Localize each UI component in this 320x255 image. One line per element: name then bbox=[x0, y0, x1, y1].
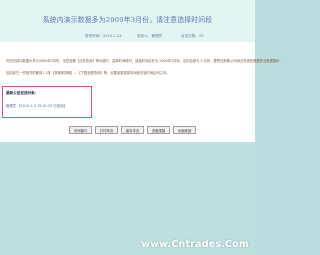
close-window-button[interactable]: 关闭窗口 bbox=[69, 126, 92, 134]
views-count: 点击次数：53 bbox=[181, 34, 204, 38]
page-title: 系统内演示数据多为2009年3月份，请注意选择时间段 bbox=[42, 16, 213, 24]
publisher: 发布人：管理员 bbox=[137, 34, 163, 38]
watermark-text: www.Cntrades.Com bbox=[141, 239, 249, 250]
print-page-button[interactable]: 打印本页 bbox=[95, 126, 118, 134]
paragraph-2: 包括其它一些相关的都用1-3年【多媒体视频】—【下载全额查询】等，也要设置选择时… bbox=[6, 71, 170, 75]
notice-box: 最新公告发送对象： 管理员 【2010-1-3 15:21:53 已查阅】 bbox=[2, 86, 92, 118]
save-page-button[interactable]: 保存本页 bbox=[121, 126, 144, 134]
page-root: 系统内演示数据多为2009年3月份，请注意选择时间段 发布时间：2010-1-2… bbox=[0, 0, 283, 255]
notice-line: 管理员 【2010-1-3 15:21:53 已查阅】 bbox=[6, 104, 67, 108]
button-row: 关闭窗口 打印本页 保存本页 页面顶部 页面底部 bbox=[0, 126, 255, 136]
paragraph-1: 写的内容均数据大多为2009年3月份，请您查看【业务查询】等功能时，选择时间段时… bbox=[6, 59, 283, 63]
publish-time: 发布时间：2010-1-23 bbox=[85, 34, 122, 38]
page-bottom-button[interactable]: 页面底部 bbox=[173, 126, 196, 134]
notice-title: 最新公告发送对象： bbox=[6, 91, 39, 95]
page-top-button[interactable]: 页面顶部 bbox=[147, 126, 170, 134]
